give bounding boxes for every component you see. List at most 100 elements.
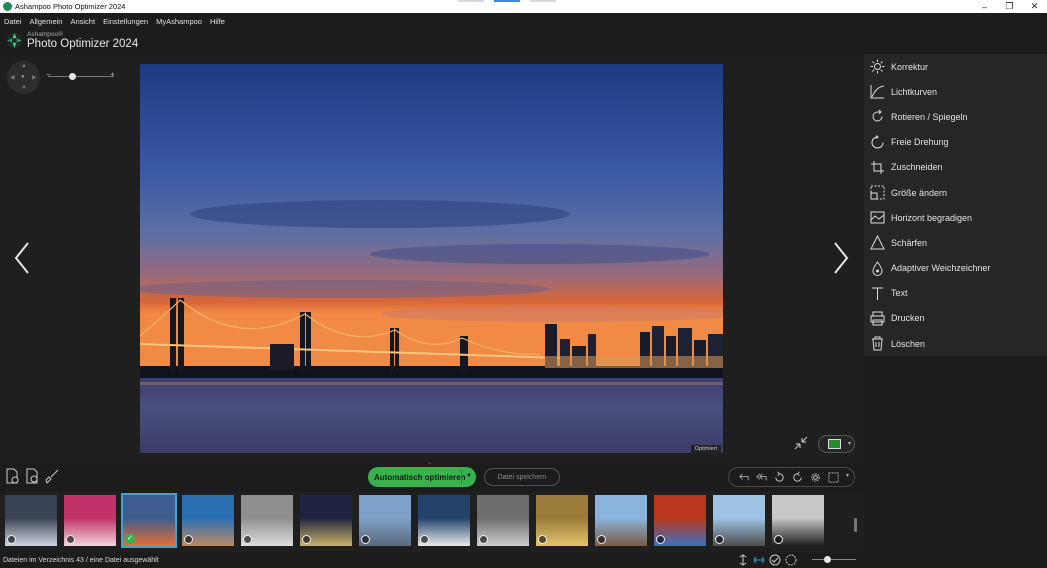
tool-label: Schärfen — [891, 237, 928, 248]
status-text: Dateien im Verzeichnis 43 / eine Datei a… — [3, 556, 159, 564]
thumbnail[interactable] — [182, 495, 234, 546]
tool-item[interactable]: Drucken — [864, 306, 1047, 331]
brush-icon[interactable] — [44, 468, 60, 484]
menu-ansicht[interactable]: Ansicht — [70, 17, 95, 26]
rotate-right-icon[interactable] — [791, 471, 804, 484]
menu-myashampoo[interactable]: MyAshampoo — [156, 17, 202, 26]
pan-left-icon[interactable]: ◀ — [10, 74, 15, 81]
thumbnail-size-knob[interactable] — [824, 556, 832, 563]
close-button[interactable]: ✕ — [1022, 0, 1047, 13]
compare-view-icon — [828, 439, 841, 449]
select-circle-icon[interactable] — [420, 535, 429, 544]
tools-list: Korrektur Lichtkurven Rotieren / Spiegeln F… — [864, 54, 1047, 357]
circle-select-icon[interactable] — [785, 554, 797, 566]
previous-image-icon[interactable] — [12, 240, 32, 276]
chevron-down-icon[interactable]: ▾ — [848, 440, 851, 447]
thumbnail[interactable] — [713, 495, 765, 546]
thumbnail[interactable] — [654, 495, 706, 546]
undo-all-icon[interactable] — [755, 471, 768, 484]
tool-item[interactable]: Löschen — [864, 331, 1047, 356]
zoom-slider[interactable] — [48, 73, 114, 80]
select-circle-icon[interactable] — [656, 535, 665, 544]
menu-datei[interactable]: Datei — [4, 17, 22, 26]
thumbnail[interactable]: ✓ — [121, 493, 177, 548]
title-decoration — [458, 0, 556, 2]
thumbnail[interactable] — [536, 495, 588, 546]
checkmark-icon[interactable]: ✓ — [125, 534, 135, 544]
rotate-left-icon[interactable] — [773, 471, 786, 484]
file-settings-icon[interactable] — [24, 468, 40, 484]
window-title: Ashampoo Photo Optimizer 2024 — [15, 2, 126, 11]
menu-einstellungen[interactable]: Einstellungen — [103, 17, 148, 26]
select-circle-icon[interactable] — [715, 535, 724, 544]
horizon-icon — [870, 210, 885, 225]
brand-vendor: Ashampoo® — [27, 31, 63, 38]
gear-icon[interactable] — [809, 471, 822, 484]
sharpen-icon — [870, 235, 885, 250]
thumbnail[interactable] — [64, 495, 116, 546]
select-circle-icon[interactable] — [243, 535, 252, 544]
main-photo: Optimiert — [140, 64, 723, 453]
tool-item[interactable]: Horizont begradigen — [864, 205, 1047, 230]
menu-allgemein[interactable]: Allgemein — [30, 17, 63, 26]
tool-item[interactable]: Größe ändern — [864, 180, 1047, 205]
thumbnail-strip: ✓ — [0, 492, 864, 552]
tool-item[interactable]: Freie Drehung — [864, 130, 1047, 155]
tool-item[interactable]: Schärfen — [864, 230, 1047, 255]
pan-up-icon[interactable]: ▲ — [21, 63, 27, 69]
select-circle-icon[interactable] — [302, 535, 311, 544]
tool-item[interactable]: Zuschneiden — [864, 155, 1047, 180]
pan-navigator[interactable]: ▲ ▼ ◀ ▶ ● — [7, 61, 40, 94]
zoom-in-button[interactable]: + — [110, 70, 115, 79]
select-circle-icon[interactable] — [66, 535, 75, 544]
minimize-button[interactable]: – — [972, 0, 997, 13]
select-circle-icon[interactable] — [538, 535, 547, 544]
tool-item[interactable]: Text — [864, 281, 1047, 306]
check-circle-icon[interactable] — [769, 554, 781, 566]
maximize-button[interactable]: ❐ — [997, 0, 1022, 13]
tool-item[interactable]: Adaptiver Weichzeichner — [864, 256, 1047, 281]
thumbnail-size-slider[interactable] — [812, 559, 856, 560]
select-circle-icon[interactable] — [774, 535, 783, 544]
tool-item[interactable]: Korrektur — [864, 54, 1047, 79]
auto-optimize-button[interactable]: Automatisch optimieren ▼ — [368, 467, 476, 487]
selection-icon[interactable] — [827, 471, 840, 484]
save-file-button[interactable]: Datei speichern — [484, 468, 560, 486]
select-circle-icon[interactable] — [184, 535, 193, 544]
select-circle-icon[interactable] — [7, 535, 16, 544]
zoom-out-button[interactable]: − — [46, 70, 51, 79]
menu-hilfe[interactable]: Hilfe — [210, 17, 225, 26]
pan-down-icon[interactable]: ▼ — [21, 85, 27, 91]
shrink-icon[interactable] — [793, 435, 809, 451]
fit-horizontal-icon[interactable] — [753, 554, 765, 566]
thumbnail[interactable] — [418, 495, 470, 546]
next-image-icon[interactable] — [831, 240, 851, 276]
thumbnail[interactable] — [241, 495, 293, 546]
select-circle-icon[interactable] — [361, 535, 370, 544]
select-circle-icon[interactable] — [479, 535, 488, 544]
undo-icon[interactable] — [737, 471, 750, 484]
bottom-toolbar: ⌃ Automatisch optimieren ▼ Datei speiche… — [0, 462, 864, 492]
tool-item[interactable]: Rotieren / Spiegeln — [864, 104, 1047, 129]
tool-label: Zuschneiden — [891, 162, 943, 173]
zoom-slider-knob[interactable] — [69, 73, 77, 80]
filmstrip-scrollbar[interactable] — [854, 518, 857, 532]
crop-icon — [870, 160, 885, 175]
thumbnail[interactable] — [477, 495, 529, 546]
fit-vertical-icon[interactable] — [737, 554, 749, 566]
chevron-down-icon[interactable]: ▾ — [846, 472, 849, 479]
auto-optimize-dropdown-icon[interactable]: ▼ — [466, 473, 472, 479]
thumbnail[interactable] — [359, 495, 411, 546]
brand-product: Photo Optimizer 2024 — [27, 38, 139, 50]
add-file-icon[interactable] — [4, 468, 20, 484]
thumbnail[interactable] — [5, 495, 57, 546]
compare-view-button[interactable]: ▾ — [818, 435, 855, 453]
select-circle-icon[interactable] — [597, 535, 606, 544]
thumbnail[interactable] — [595, 495, 647, 546]
thumbnail[interactable] — [300, 495, 352, 546]
tool-item[interactable]: Lichtkurven — [864, 79, 1047, 104]
image-viewer: ▲ ▼ ◀ ▶ ● − + Optimiert ▾ — [0, 54, 864, 462]
app-logo-icon — [6, 32, 23, 49]
pan-right-icon[interactable]: ▶ — [32, 74, 37, 81]
thumbnail[interactable] — [772, 495, 824, 546]
